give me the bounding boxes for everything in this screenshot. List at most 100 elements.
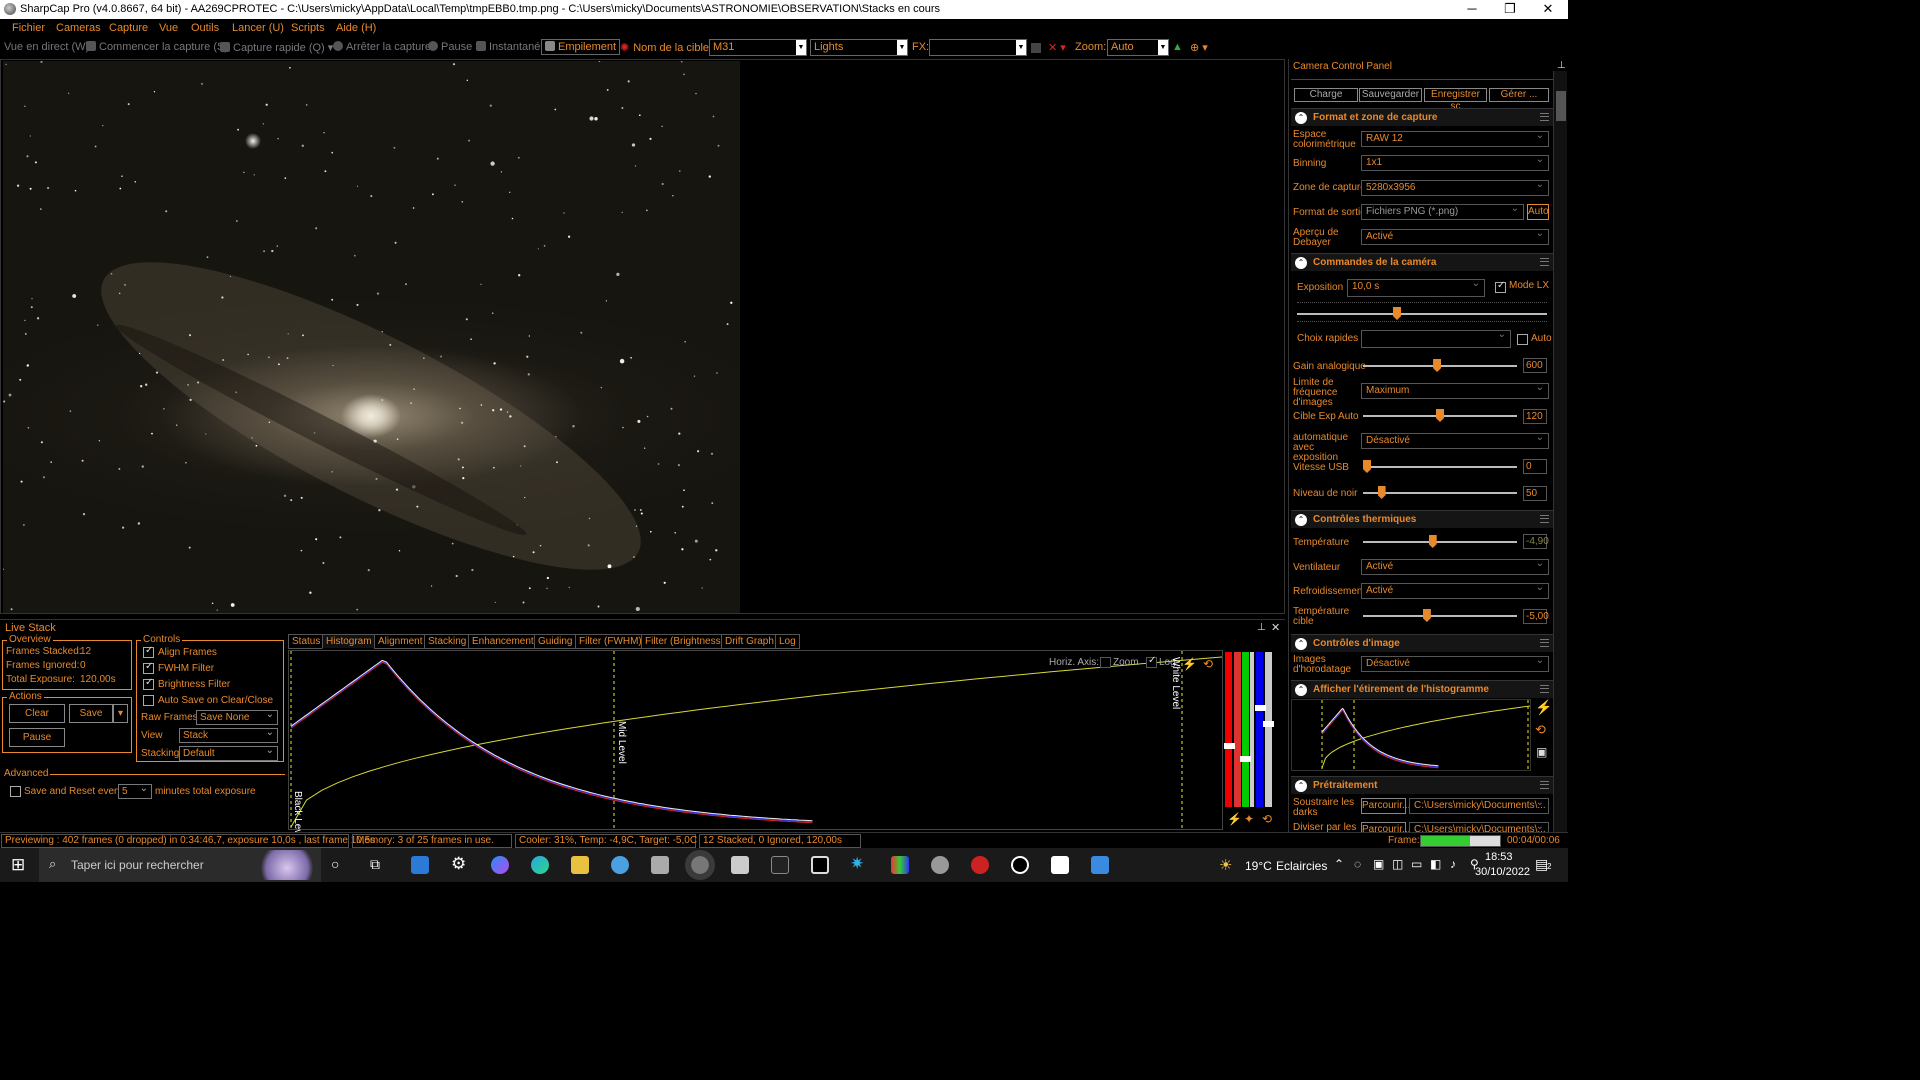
stacking-button[interactable]: Empilement — [541, 39, 621, 55]
manage-button[interactable]: Gérer ... — [1489, 88, 1549, 102]
target-temp-thumb[interactable] — [1422, 609, 1431, 622]
app-icon-5[interactable] — [811, 856, 829, 874]
reset-stretch-icon[interactable]: ⟲ — [1262, 812, 1272, 826]
maximize-button[interactable]: ❐ — [1490, 0, 1530, 19]
exposure-input[interactable]: 10,0 s — [1347, 278, 1485, 297]
format-section-header[interactable]: ⌃ Format et zone de capture — [1291, 108, 1553, 126]
save-button[interactable]: Save — [69, 704, 113, 723]
messenger-icon[interactable] — [491, 856, 509, 874]
blue-level-handle[interactable] — [1255, 705, 1266, 711]
usb-speed-thumb[interactable] — [1363, 460, 1371, 473]
save-reset-checkbox[interactable] — [10, 786, 21, 797]
collapse-icon[interactable]: ⌃ — [1295, 780, 1307, 792]
green-level-handle[interactable] — [1240, 756, 1251, 762]
darks-browse-button[interactable]: Parcourir... — [1361, 798, 1410, 814]
fwhm-filter-checkbox[interactable] — [143, 661, 154, 674]
battery-icon[interactable]: ▭ — [1411, 857, 1422, 871]
gain-slider-thumb[interactable] — [1433, 359, 1442, 372]
menu-capture[interactable]: Capture — [109, 22, 148, 34]
load-button[interactable]: Charge — [1294, 88, 1358, 102]
stop-capture-button[interactable]: Arrêter la capture — [333, 41, 431, 53]
app-icon-9[interactable] — [971, 856, 989, 874]
menu-icon[interactable] — [1540, 639, 1549, 647]
tab-status[interactable]: Status — [288, 634, 325, 649]
app-icon-11[interactable] — [1051, 856, 1069, 874]
fx-combo[interactable]: ▼ — [929, 39, 1027, 56]
tab-enhancement[interactable]: Enhancement — [468, 634, 538, 649]
white-level-bar[interactable] — [1250, 652, 1254, 807]
snapshot-button[interactable]: Instantané — [476, 41, 540, 53]
red-level-bar[interactable] — [1225, 652, 1232, 807]
menu-outils[interactable]: Outils — [191, 22, 219, 34]
timestamp-select[interactable]: Désactivé — [1361, 655, 1549, 672]
collapse-icon[interactable]: ⌃ — [1295, 638, 1307, 650]
weather-icon[interactable]: ☀ — [1219, 856, 1232, 874]
usb-speed-slider[interactable] — [1363, 460, 1517, 473]
save-options-button[interactable]: ▾ — [113, 704, 128, 723]
histogram-icon[interactable]: ▲ — [1172, 41, 1183, 53]
save-settings-button[interactable]: Sauvegarder — [1359, 88, 1422, 102]
reset-icon[interactable]: ⟲ — [1203, 657, 1213, 671]
collapse-icon[interactable]: ⌃ — [1295, 514, 1307, 526]
app-icon-1[interactable] — [611, 856, 629, 874]
lx-mode-checkbox[interactable] — [1495, 280, 1506, 293]
menu-icon[interactable] — [1540, 515, 1549, 523]
colorspace-select[interactable]: RAW 12 — [1361, 130, 1549, 147]
tab-histogram[interactable]: Histogram — [322, 634, 376, 649]
tab-drift-graph[interactable]: Drift Graph — [721, 634, 778, 649]
autoexp-target-thumb[interactable] — [1436, 409, 1444, 422]
target-name-combo[interactable]: M31 ▼ — [709, 39, 807, 56]
darks-path-select[interactable]: C:\Users\micky\Documents\... — [1409, 797, 1549, 814]
app-icon-12[interactable] — [1091, 856, 1109, 874]
tray-icon-2[interactable]: ▣ — [1373, 857, 1384, 871]
raw-frames-select[interactable]: Save None — [196, 708, 278, 725]
flats-browse-button[interactable]: Parcourir... — [1361, 822, 1410, 832]
output-format-select[interactable]: Fichiers PNG (*.png) — [1361, 203, 1524, 220]
volume-icon[interactable]: ♪ — [1450, 857, 1456, 871]
gain-value[interactable]: 600 — [1523, 358, 1547, 373]
minutes-spinner[interactable]: 5 — [118, 782, 152, 799]
pin-icon[interactable]: ⊥ — [1557, 60, 1566, 71]
scrollbar-thumb[interactable] — [1556, 91, 1566, 121]
zoom-combo[interactable]: Auto ▼ — [1107, 39, 1169, 56]
flats-path-select[interactable]: C:\Users\micky\Documents\... — [1409, 821, 1549, 832]
close-panel-icon[interactable]: ✕ — [1271, 621, 1280, 634]
minimize-button[interactable]: ─ — [1452, 0, 1492, 19]
mini-lightning-icon[interactable]: ⚡ — [1535, 699, 1552, 716]
mail-icon[interactable] — [411, 856, 429, 874]
autoexp-target-value[interactable]: 120 — [1523, 409, 1547, 424]
tray-icon-1[interactable]: ◌ — [1354, 857, 1361, 871]
file-explorer-icon[interactable] — [571, 856, 589, 874]
star-stretch-icon[interactable]: ✦ — [1244, 812, 1254, 826]
tab-log[interactable]: Log — [775, 634, 800, 649]
quick-capture-button[interactable]: Capture rapide (Q) ▾ — [220, 41, 333, 54]
menu-icon[interactable] — [1540, 781, 1549, 789]
lum-level-handle[interactable] — [1263, 721, 1274, 727]
rgb-level-sliders[interactable]: ⚡ ✦ ⟲ — [1224, 652, 1280, 826]
start-capture-button[interactable]: Commencer la capture (S) — [86, 41, 228, 53]
pause-stack-button[interactable]: Pause — [9, 728, 65, 747]
app-icon-8[interactable] — [931, 856, 949, 874]
app-icon-10[interactable] — [1011, 856, 1029, 874]
tray-icon-3[interactable]: ◫ — [1392, 857, 1403, 871]
thermal-section-header[interactable]: ⌃ Contrôles thermiques — [1291, 510, 1553, 528]
align-frames-checkbox[interactable] — [143, 645, 154, 658]
clock-date[interactable]: 30/10/2022 — [1475, 866, 1530, 878]
menu-scripts[interactable]: Scripts — [291, 22, 325, 34]
cooling-select[interactable]: Activé — [1361, 582, 1549, 599]
fx-settings-icon[interactable] — [1031, 43, 1041, 53]
black-level-value[interactable]: 50 — [1523, 486, 1547, 501]
framerate-select[interactable]: Maximum — [1361, 382, 1549, 399]
crosshair-icon[interactable]: ✕ ▾ — [1048, 41, 1066, 54]
image-viewport[interactable] — [0, 59, 1285, 614]
black-level-thumb[interactable] — [1377, 486, 1386, 499]
save-as-button[interactable]: Enregistrer sc — [1424, 88, 1487, 112]
camera-section-header[interactable]: ⌃ Commandes de la caméra — [1291, 253, 1553, 271]
tab-guiding[interactable]: Guiding — [534, 634, 577, 649]
mini-histogram[interactable] — [1291, 699, 1531, 771]
menu-icon[interactable] — [1540, 258, 1549, 266]
menu-icon[interactable] — [1540, 685, 1549, 693]
close-button[interactable]: ✕ — [1528, 0, 1568, 19]
clear-button[interactable]: Clear — [9, 704, 65, 723]
preprocess-section-header[interactable]: ⌃ Prétraitement — [1291, 776, 1553, 794]
